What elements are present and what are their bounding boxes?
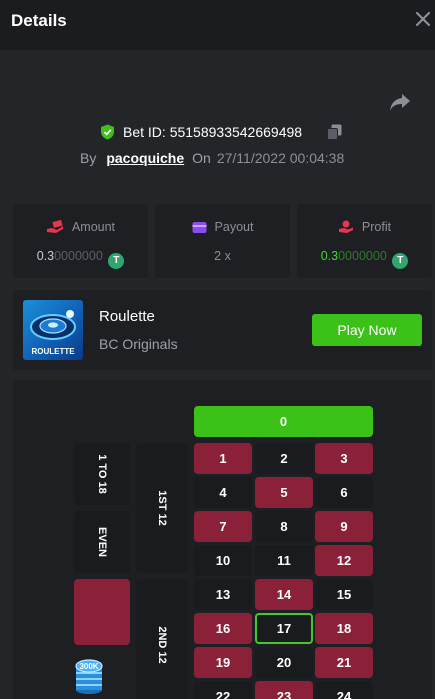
number-cell-21[interactable]: 21 [315,647,373,678]
bet-id-label: Bet ID: [123,124,166,140]
number-cell-22[interactable]: 22 [194,681,252,699]
by-label: By [80,150,97,166]
close-icon[interactable] [413,8,433,30]
amount-label-row: Amount [13,220,148,234]
game-name: Roulette [99,308,155,325]
number-cell-9[interactable]: 9 [315,511,373,542]
usdt-coin-icon: T [392,253,409,269]
number-cell-4[interactable]: 4 [194,477,252,508]
outside-bet-red[interactable] [74,579,130,645]
profit-label-row: Profit [297,220,432,234]
usdt-coin-icon: T [108,253,125,269]
amount-value: 0.30000000 T [13,249,148,269]
amount-label: Amount [71,220,116,234]
bet-id-text: Bet ID: 55158933542669498 [123,124,302,140]
number-cell-12[interactable]: 12 [315,545,373,576]
number-cell-15[interactable]: 15 [315,579,373,610]
bet-datetime: 27/11/2022 00:04:38 [216,150,345,166]
bet-id-row: Bet ID: 55158933542669498 [0,122,435,142]
profit-value: 0.30000000 T [297,249,432,269]
outside-bet-even[interactable]: EVEN [74,511,130,573]
payout-card: Payout 2 x [155,204,290,278]
number-cell-14[interactable]: 14 [255,579,313,610]
game-provider: BC Originals [99,336,178,352]
number-cell-7[interactable]: 7 [194,511,252,542]
roulette-thumbnail[interactable]: ROULETTE [23,300,83,360]
bet-id-value: 55158933542669498 [169,124,303,140]
payout-label-row: Payout [155,220,290,234]
profit-card: Profit 0.30000000 T [297,204,432,278]
number-cell-2[interactable]: 2 [255,443,313,474]
number-cell-16[interactable]: 16 [194,613,252,644]
game-card: ROULETTE Roulette BC Originals Play Now [13,290,432,370]
shield-check-icon [101,124,114,140]
number-cell-20[interactable]: 20 [255,647,313,678]
number-cell-13[interactable]: 13 [194,579,252,610]
profit-label: Profit [361,220,392,234]
amount-hand-icon [46,220,63,233]
username-link[interactable]: pacoquiche [106,150,184,166]
profit-icon [338,220,353,233]
details-title: Details [11,11,67,30]
dozen-2nd-12[interactable]: 2ND 12 [136,579,188,699]
number-cell-17[interactable]: 17 [255,613,313,644]
thumbnail-label: ROULETTE [31,347,75,356]
amount-card: Amount 0.30000000 T [13,204,148,278]
share-icon[interactable] [388,92,412,112]
number-cell-3[interactable]: 3 [315,443,373,474]
stats-row: Amount 0.30000000 T Payout 2 x Profit 0.… [13,204,432,278]
roulette-board: 0 1 2 3 4 5 6 7 8 9 10 11 12 13 14 15 16 17 18 19 20 21 22 23 2… [13,380,432,699]
number-cell-1[interactable]: 1 [194,443,252,474]
outside-bet-1-to-18[interactable]: 1 TO 18 [74,443,130,505]
cell-zero[interactable]: 0 [194,406,373,437]
number-cell-19[interactable]: 19 [194,647,252,678]
payout-label: Payout [214,220,254,234]
number-cell-5[interactable]: 5 [255,477,313,508]
copy-icon[interactable] [327,124,342,140]
dozen-1st-12[interactable]: 1ST 12 [136,443,188,573]
number-cell-10[interactable]: 10 [194,545,252,576]
payout-value: 2 x [214,249,231,263]
bet-byline: By pacoquiche On 27/11/2022 00:04:38 [80,150,344,166]
number-cell-23[interactable]: 23 [255,681,313,699]
number-cell-6[interactable]: 6 [315,477,373,508]
play-now-button[interactable]: Play Now [312,314,422,346]
number-cell-18[interactable]: 18 [315,613,373,644]
number-cell-24[interactable]: 24 [315,681,373,699]
chip-stack-icon[interactable]: 300K [74,656,104,694]
number-cell-11[interactable]: 11 [255,545,313,576]
svg-text:300K: 300K [79,662,98,671]
details-header: Details [0,0,435,50]
wallet-icon [192,222,207,233]
number-cell-8[interactable]: 8 [255,511,313,542]
on-label: On [192,150,211,166]
